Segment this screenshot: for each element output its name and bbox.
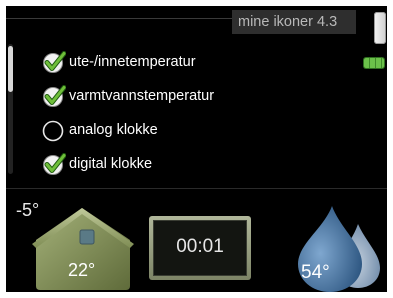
hot-water-temperature: 54° — [301, 262, 330, 283]
preview-divider — [6, 188, 387, 189]
check-circle-icon[interactable] — [42, 50, 66, 74]
water-drop-icon — [298, 206, 380, 292]
scrollbar-thumb[interactable] — [8, 46, 13, 92]
option-label: analog klokke — [69, 122, 158, 138]
page-title: mine ikoner 4.3 — [232, 10, 356, 34]
option-digital-clock[interactable]: digital klokke — [42, 150, 272, 178]
battery-level-icon — [364, 58, 384, 68]
indoor-temperature: 22° — [68, 260, 96, 280]
check-circle-icon[interactable] — [42, 152, 66, 176]
digital-clock-icon: 00:01 — [149, 216, 251, 280]
option-hot-water-temp[interactable]: varmtvannstemperatur — [42, 82, 272, 110]
option-label: ute-/innetemperatur — [69, 54, 196, 70]
option-outdoor-indoor-temp[interactable]: ute-/innetemperatur — [42, 48, 272, 76]
page-indicator-icon — [374, 12, 386, 44]
empty-circle-icon[interactable] — [42, 118, 66, 142]
check-circle-icon[interactable] — [42, 84, 66, 108]
option-analog-clock[interactable]: analog klokke — [42, 116, 272, 144]
outdoor-temperature: -5° — [16, 200, 40, 220]
header-divider — [6, 18, 236, 19]
display-panel: mine ikoner 4.3 ute-/innetemperatur varm… — [6, 6, 387, 292]
clock-screen: 00:01 — [153, 220, 247, 276]
app-screen: mine ikoner 4.3 ute-/innetemperatur varm… — [0, 0, 393, 298]
clock-time: 00:01 — [176, 236, 224, 257]
option-label: varmtvannstemperatur — [69, 88, 215, 104]
option-label: digital klokke — [69, 156, 153, 172]
